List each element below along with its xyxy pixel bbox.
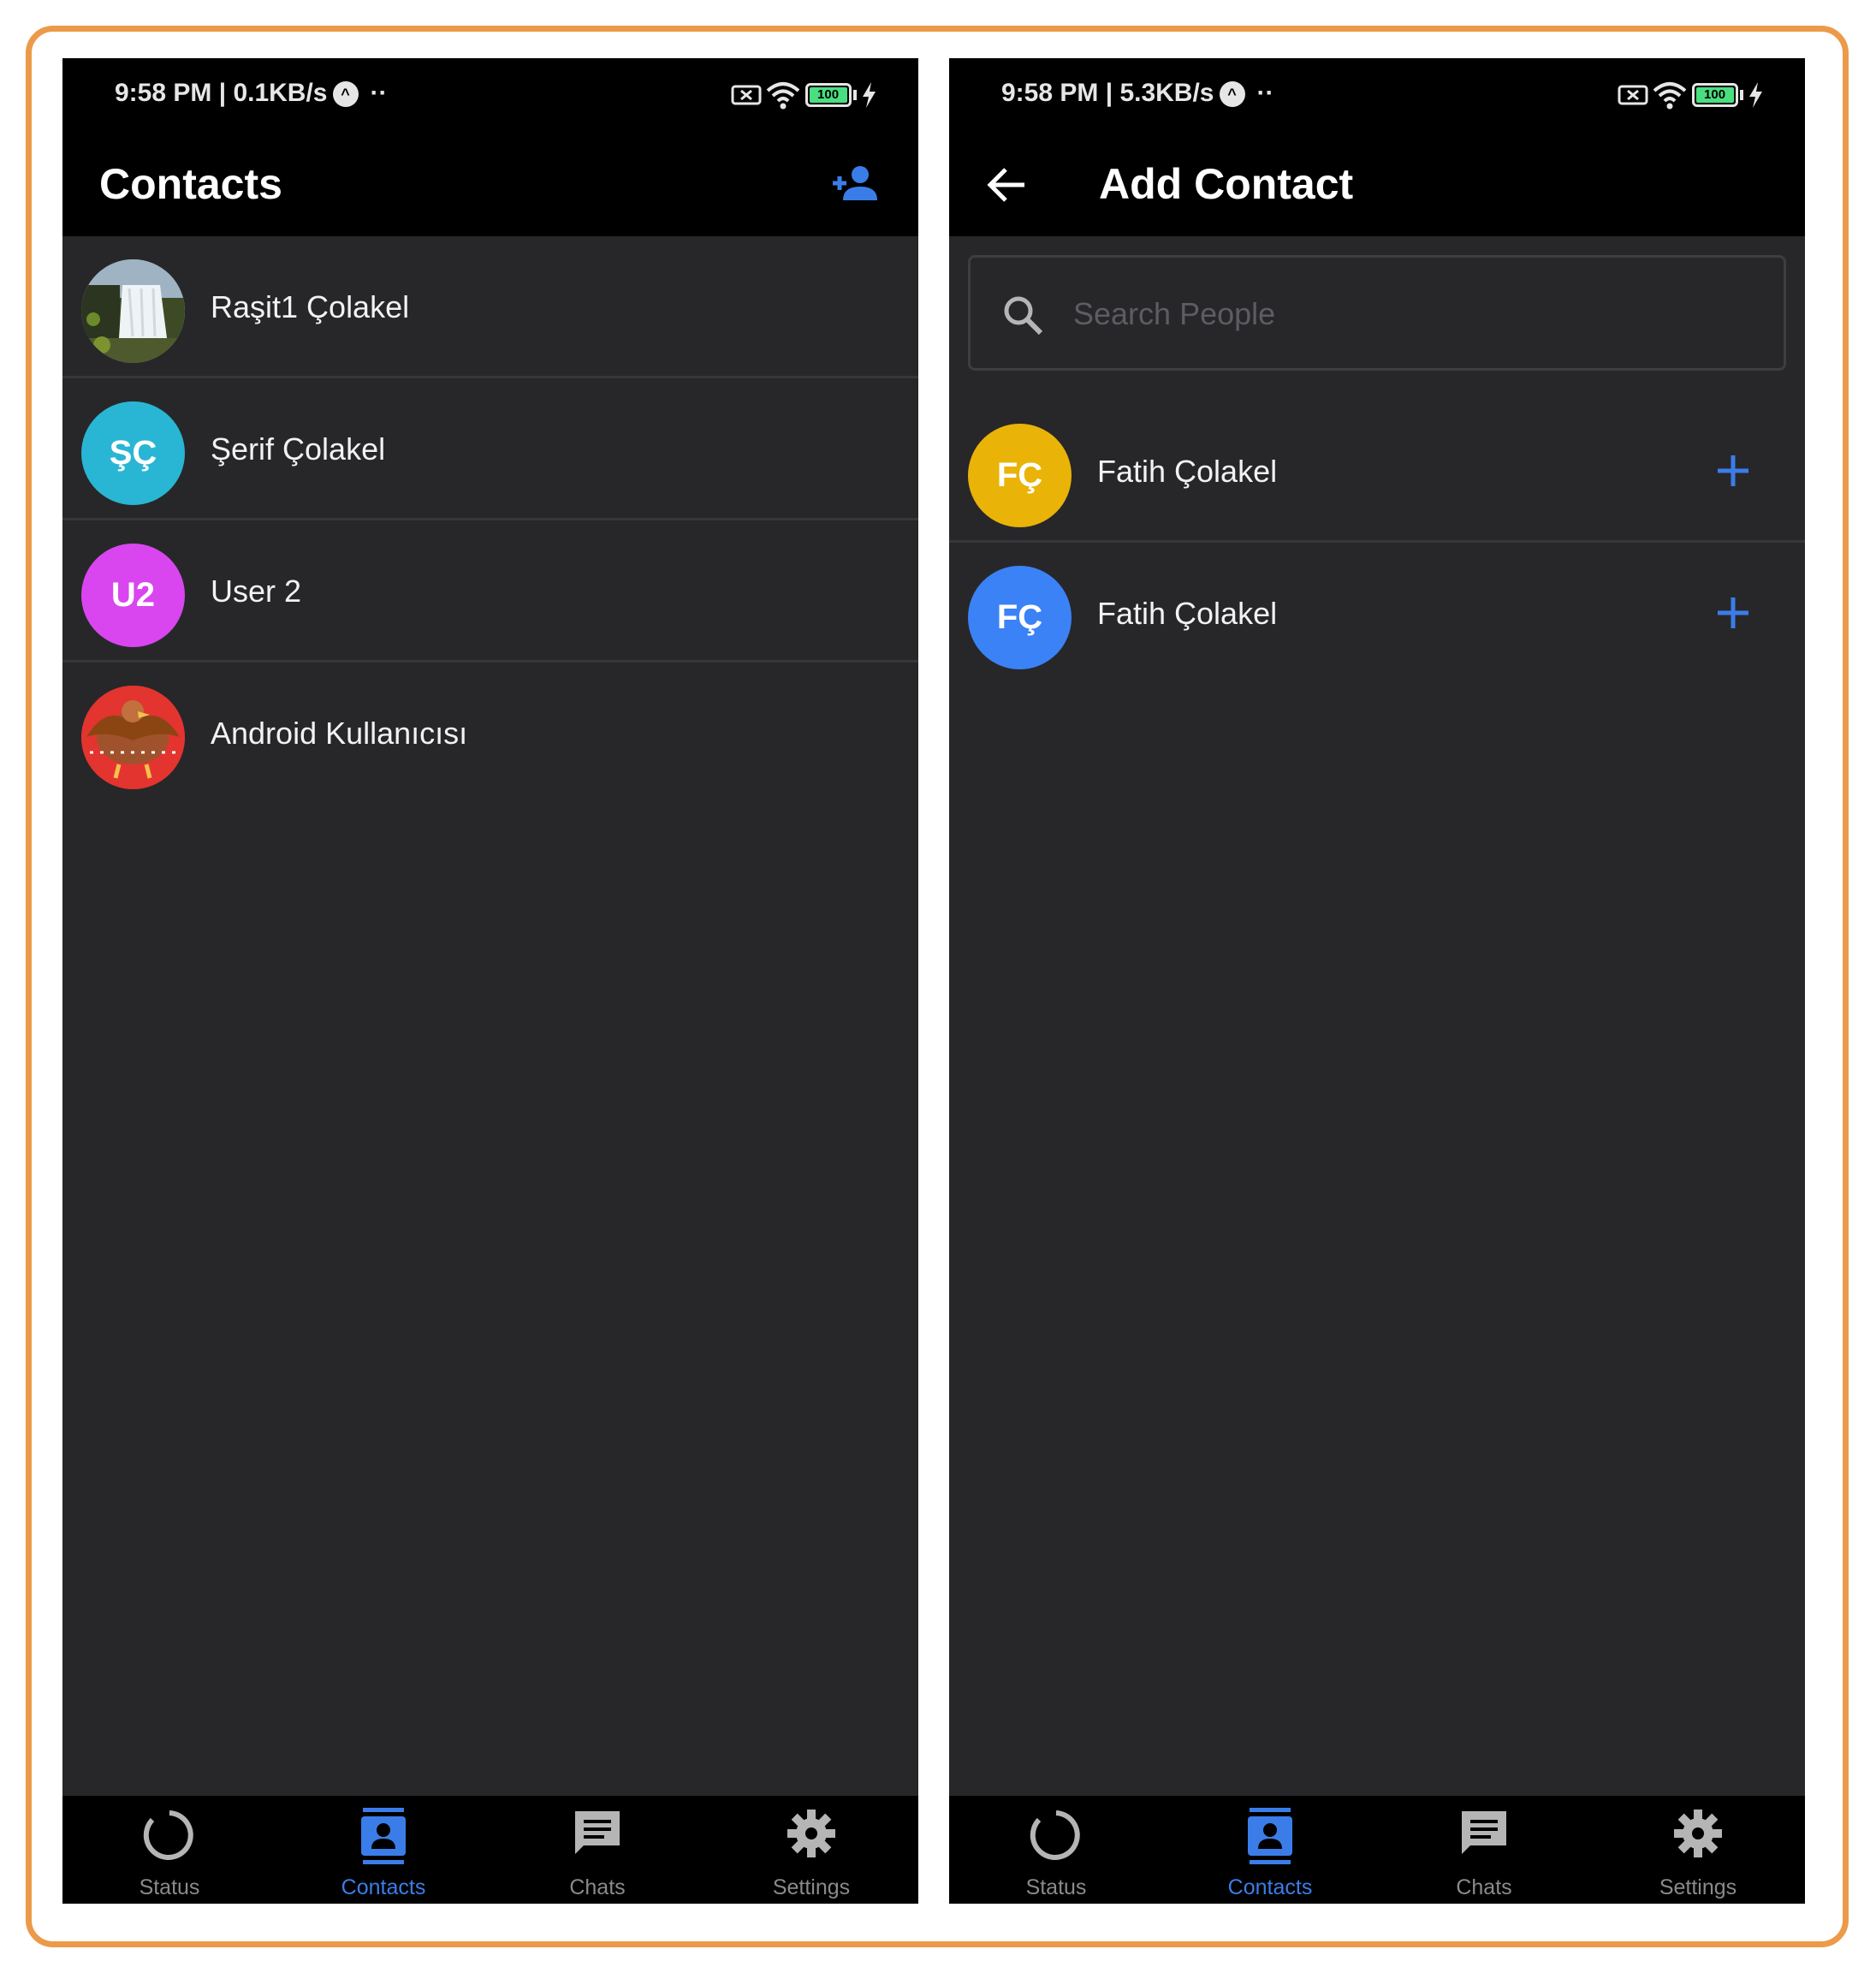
- contact-name: Raşit1 Çolakel: [211, 289, 410, 324]
- app-bar: Add Contact: [949, 132, 1805, 236]
- battery-icon: 100: [1691, 83, 1743, 107]
- status-bar: 9:58 PM | 0.1KB/s ^ ·· 100: [62, 58, 918, 132]
- wifi-icon: [1653, 82, 1687, 110]
- back-arrow-icon[interactable]: [987, 166, 1028, 204]
- add-person-button[interactable]: [1713, 592, 1754, 633]
- person-row: FÇ Fatih Çolakel: [949, 401, 1805, 543]
- contact-name: User 2: [211, 573, 302, 609]
- nav-label: Settings: [1659, 1875, 1737, 1899]
- nav-status[interactable]: Status: [949, 1796, 1163, 1904]
- nav-label: Contacts: [1227, 1875, 1313, 1899]
- avatar: FÇ: [968, 424, 1072, 527]
- nav-app-badge-icon: ^: [1219, 81, 1245, 108]
- bottom-nav: Status Contacts Chats Settings: [62, 1796, 918, 1904]
- page-title: Add Contact: [1099, 160, 1354, 208]
- status-time: 9:58 PM | 5.3KB/s ^ ··: [1001, 79, 1274, 108]
- charging-bolt-icon: [863, 82, 876, 108]
- nav-settings[interactable]: Settings: [704, 1796, 918, 1904]
- contact-name: Android Kullanıcısı: [211, 716, 468, 751]
- contact-row[interactable]: Raşit1 Çolakel: [62, 236, 918, 378]
- page-title: Contacts: [99, 160, 282, 208]
- search-input[interactable]: [1072, 283, 1742, 345]
- nav-label: Settings: [772, 1875, 851, 1899]
- people-list: FÇ Fatih Çolakel FÇ Fatih Çolakel: [949, 401, 1805, 685]
- add-contact-screen: 9:58 PM | 5.3KB/s ^ ·· 100 Add Contact S…: [949, 58, 1805, 1904]
- no-sim-icon: [1618, 85, 1648, 105]
- avatar: U2: [81, 544, 185, 647]
- chat-icon: [575, 1811, 620, 1854]
- add-contact-icon[interactable]: [831, 164, 879, 202]
- status-bar: 9:58 PM | 5.3KB/s ^ ·· 100: [949, 58, 1805, 132]
- avatar: [81, 259, 185, 363]
- person-row: FÇ Fatih Çolakel: [949, 543, 1805, 685]
- nav-label: Status: [1025, 1875, 1087, 1899]
- app-bar: Contacts: [62, 132, 918, 236]
- no-sim-icon: [731, 85, 762, 105]
- nav-label: Contacts: [341, 1875, 426, 1899]
- nav-status[interactable]: Status: [62, 1796, 276, 1904]
- nav-chats[interactable]: Chats: [1377, 1796, 1591, 1904]
- add-person-button[interactable]: [1713, 450, 1754, 491]
- search-icon: [1004, 296, 1043, 336]
- person-name: Fatih Çolakel: [1097, 596, 1278, 631]
- chat-icon: [1462, 1811, 1506, 1854]
- nav-app-badge-icon: ^: [332, 81, 359, 108]
- gear-icon: [787, 1810, 835, 1857]
- status-icons: 100: [1618, 80, 1764, 110]
- search-box: [968, 255, 1786, 371]
- contact-row[interactable]: Android Kullanıcısı: [62, 663, 918, 805]
- status-ring-icon: [143, 1810, 193, 1860]
- avatar: [81, 686, 185, 789]
- gear-icon: [1674, 1810, 1722, 1857]
- person-name: Fatih Çolakel: [1097, 454, 1278, 489]
- nav-label: Chats: [569, 1875, 626, 1899]
- status-ring-icon: [1030, 1810, 1080, 1860]
- wifi-icon: [766, 82, 800, 110]
- contact-row[interactable]: U2 User 2: [62, 520, 918, 663]
- status-icons: 100: [731, 80, 877, 110]
- charging-bolt-icon: [1749, 82, 1762, 108]
- contact-row[interactable]: ŞÇ Şerif Çolakel: [62, 378, 918, 520]
- avatar: FÇ: [968, 566, 1072, 669]
- battery-icon: 100: [804, 83, 857, 107]
- waterfall-photo-icon: [81, 259, 185, 363]
- contact-list: Raşit1 Çolakel ŞÇ Şerif Çolakel U2 User …: [62, 236, 918, 805]
- contact-name: Şerif Çolakel: [211, 431, 386, 467]
- status-time: 9:58 PM | 0.1KB/s ^ ··: [115, 79, 388, 108]
- contacts-icon: [1248, 1808, 1292, 1864]
- eagle-photo-icon: [81, 686, 185, 789]
- contacts-screen: 9:58 PM | 0.1KB/s ^ ·· 100 Contacts Raşi…: [62, 58, 918, 1904]
- nav-label: Chats: [1456, 1875, 1512, 1899]
- contacts-icon: [361, 1808, 406, 1864]
- nav-settings[interactable]: Settings: [1591, 1796, 1805, 1904]
- nav-contacts[interactable]: Contacts: [276, 1796, 490, 1904]
- nav-contacts[interactable]: Contacts: [1163, 1796, 1377, 1904]
- nav-label: Status: [139, 1875, 200, 1899]
- nav-chats[interactable]: Chats: [490, 1796, 704, 1904]
- bottom-nav: Status Contacts Chats Settings: [949, 1796, 1805, 1904]
- avatar: ŞÇ: [81, 401, 185, 505]
